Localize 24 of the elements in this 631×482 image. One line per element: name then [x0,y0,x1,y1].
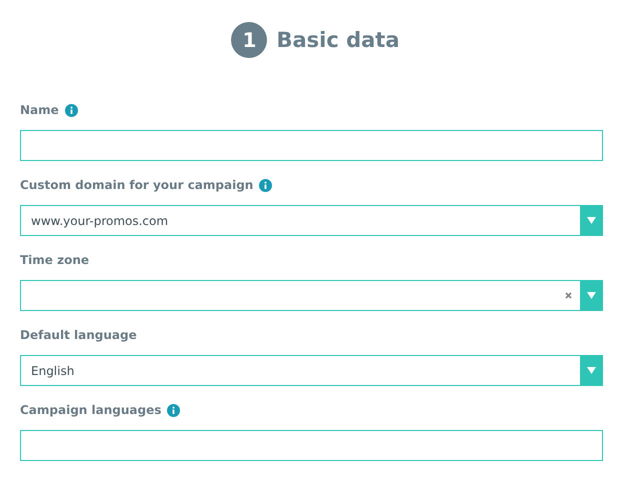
caret-icon [587,217,596,224]
select-field[interactable]: English [20,355,603,386]
caret-icon [587,292,596,299]
field-label: Name [20,103,59,117]
select-field[interactable] [20,280,603,311]
select-value: English [30,362,76,380]
dropdown-button[interactable] [580,355,603,386]
field-label: Custom domain for your campaign [20,178,254,192]
info-icon[interactable] [259,178,272,192]
dropdown-button[interactable] [580,205,603,236]
field-label: Time zone [20,253,90,267]
select-value: www.your-promos.com [30,212,170,230]
info-icon[interactable] [167,404,180,416]
field-label: Default language [20,328,137,342]
dropdown-button[interactable] [580,280,603,311]
input-field[interactable] [20,130,603,161]
field-label: Campaign languages [20,403,162,417]
step-number: 1 [231,22,268,58]
section-title: Basic data [276,28,400,52]
info-icon[interactable] [64,104,78,116]
input-field[interactable] [20,430,603,461]
clear-icon[interactable] [565,292,572,299]
caret-icon [587,367,596,374]
select-field[interactable]: www.your-promos.com [20,205,603,236]
